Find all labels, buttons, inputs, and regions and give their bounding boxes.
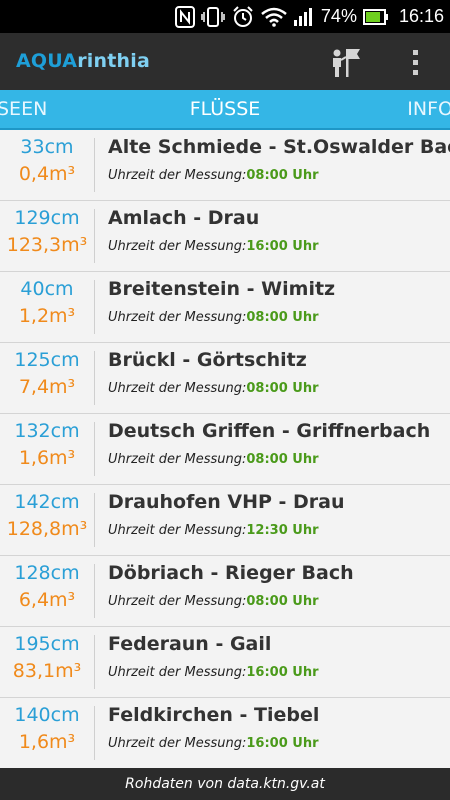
measurement-time-value: 08:00 Uhr [246,310,319,325]
station-name: Feldkirchen - Tiebel [108,704,320,726]
measurement-time: Uhrzeit der Messung:12:30 Uhr [108,523,319,538]
station-name: Amlach - Drau [108,207,260,229]
list-item[interactable]: 33cm 0,4m³ Alte Schmiede - St.Oswalder B… [0,130,450,201]
measurement-time-value: 12:30 Uhr [246,523,319,538]
flow-rate: 6,4m³ [18,589,76,611]
app-title: AQUArinthia [16,33,150,90]
app-title-part1: AQUA [16,50,78,72]
list-item[interactable]: 142cm 128,8m³ Drauhofen VHP - Drau Uhrze… [0,485,450,556]
list-item[interactable]: 195cm 83,1m³ Federaun - Gail Uhrzeit der… [0,627,450,698]
measurement-time-label: Uhrzeit der Messung: [108,168,247,183]
water-level: 142cm [14,491,80,513]
status-time: 16:16 [398,6,444,26]
measurement-time-value: 08:00 Uhr [246,452,319,467]
divider [94,564,95,618]
nfc-icon [174,5,195,28]
station-name: Breitenstein - Wimitz [108,278,336,300]
measurement-time-value: 08:00 Uhr [246,594,319,609]
action-bar: AQUArinthia [0,33,450,91]
measurement-time-value: 16:00 Uhr [246,736,319,751]
measurement-time-label: Uhrzeit der Messung: [108,665,247,680]
water-level: 140cm [14,704,80,726]
overflow-menu-icon[interactable] [400,43,430,81]
divider [94,351,95,405]
list-item[interactable]: 129cm 123,3m³ Amlach - Drau Uhrzeit der … [0,201,450,272]
river-list: 33cm 0,4m³ Alte Schmiede - St.Oswalder B… [0,130,450,768]
measurement-time: Uhrzeit der Messung:08:00 Uhr [108,381,319,396]
data-source-footer[interactable]: Rohdaten von data.ktn.gv.at [0,768,450,800]
measurement-time: Uhrzeit der Messung:08:00 Uhr [108,168,319,183]
flow-rate: 128,8m³ [6,518,88,540]
measurement-time: Uhrzeit der Messung:16:00 Uhr [108,665,319,680]
measurement-time: Uhrzeit der Messung:08:00 Uhr [108,310,319,325]
measurement-time-value: 16:00 Uhr [246,665,319,680]
divider [94,706,95,760]
measurement-time-value: 16:00 Uhr [246,239,319,254]
measurement-time: Uhrzeit der Messung:08:00 Uhr [108,594,319,609]
divider [94,138,95,192]
alarm-icon [231,5,255,29]
divider [94,493,95,547]
station-name: Brückl - Görtschitz [108,349,307,371]
water-level: 40cm [20,278,74,300]
water-level: 125cm [14,349,80,371]
vibrate-icon [201,6,225,28]
tab-info[interactable]: INFO [407,90,450,128]
measurement-time-label: Uhrzeit der Messung: [108,310,247,325]
app-title-part2: rinthia [77,50,150,72]
tab-fluesse[interactable]: FLÜSSE [0,90,450,128]
measurement-time: Uhrzeit der Messung:16:00 Uhr [108,239,319,254]
measurement-time-label: Uhrzeit der Messung: [108,736,247,751]
flow-rate: 0,4m³ [18,163,76,185]
list-item[interactable]: 125cm 7,4m³ Brückl - Görtschitz Uhrzeit … [0,343,450,414]
flow-rate: 1,6m³ [18,731,76,753]
water-level: 132cm [14,420,80,442]
signal-icon [293,6,315,28]
divider [94,209,95,263]
measurement-time-label: Uhrzeit der Messung: [108,452,247,467]
water-level: 129cm [14,207,80,229]
measurement-time-value: 08:00 Uhr [246,381,319,396]
flow-rate: 83,1m³ [12,660,82,682]
status-icons: 74% 16:16 [174,0,444,33]
water-level: 195cm [14,633,80,655]
battery-icon [362,8,389,26]
status-bar: 74% 16:16 [0,0,450,33]
measurement-time-label: Uhrzeit der Messung: [108,239,247,254]
measurement-time-label: Uhrzeit der Messung: [108,594,247,609]
wifi-icon [261,7,287,27]
measurement-time: Uhrzeit der Messung:08:00 Uhr [108,452,319,467]
flow-rate: 1,2m³ [18,305,76,327]
water-level: 128cm [14,562,80,584]
battery-percent: 74% [320,6,357,26]
measurement-time-label: Uhrzeit der Messung: [108,523,247,538]
divider [94,635,95,689]
tab-bar: FLÜSSE SEEN INFO [0,90,450,130]
station-name: Deutsch Griffen - Griffnerbach [108,420,431,442]
list-item[interactable]: 40cm 1,2m³ Breitenstein - Wimitz Uhrzeit… [0,272,450,343]
station-name: Döbriach - Rieger Bach [108,562,354,584]
measurement-time: Uhrzeit der Messung:16:00 Uhr [108,736,319,751]
divider [94,280,95,334]
station-name: Drauhofen VHP - Drau [108,491,345,513]
flow-rate: 1,6m³ [18,447,76,469]
divider [94,422,95,476]
water-level: 33cm [20,136,74,158]
list-item[interactable]: 140cm 1,6m³ Feldkirchen - Tiebel Uhrzeit… [0,698,450,768]
list-item[interactable]: 128cm 6,4m³ Döbriach - Rieger Bach Uhrze… [0,556,450,627]
flow-rate: 7,4m³ [18,376,76,398]
measurement-time-label: Uhrzeit der Messung: [108,381,247,396]
measurement-time-value: 08:00 Uhr [246,168,319,183]
tab-seen[interactable]: SEEN [0,90,47,128]
flow-rate: 123,3m³ [6,234,88,256]
station-name: Alte Schmiede - St.Oswalder Bach [108,136,450,158]
map-flag-icon[interactable] [328,45,362,79]
station-name: Federaun - Gail [108,633,272,655]
list-item[interactable]: 132cm 1,6m³ Deutsch Griffen - Griffnerba… [0,414,450,485]
